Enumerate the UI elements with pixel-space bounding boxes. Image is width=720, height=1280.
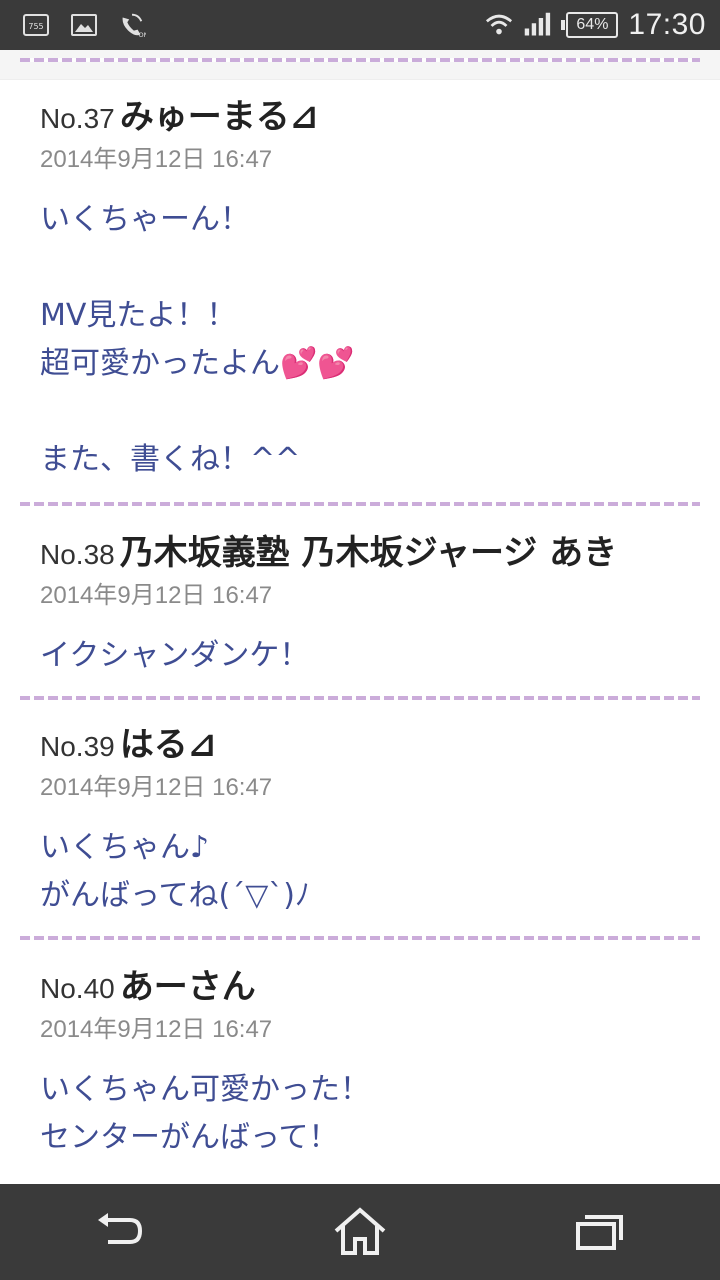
post-header: No.37 みゅーまる⊿ (40, 96, 680, 144)
post-date: 2014年9月12日 16:47 (40, 774, 273, 801)
status-bar: 755 ON 64% 17:30 (0, 0, 720, 50)
comment-post: No.38 乃木坂義塾 乃木坂ジャージ あき 2014年9月12日 16:47 … (0, 506, 720, 680)
post-author: はる⊿ (119, 725, 217, 765)
image-icon (70, 11, 98, 39)
comment-post: No.39 はる⊿ 2014年9月12日 16:47 いくちゃん♪ がんばってね… (0, 700, 720, 920)
divider (20, 58, 700, 62)
svg-text:ON: ON (139, 31, 146, 39)
comment-post: No.37 みゅーまる⊿ 2014年9月12日 16:47 いくちゃーん！ MV… (0, 80, 720, 484)
wifi-icon (485, 11, 513, 39)
post-number: No.38 (40, 539, 115, 570)
app-notification-icon: 755 (22, 11, 50, 39)
navigation-bar (0, 1184, 720, 1280)
top-strip (0, 50, 720, 80)
post-author: 乃木坂義塾 乃木坂ジャージ あき (119, 533, 618, 573)
post-body: いくちゃん♪ がんばってね(´▽`)ﾉ (40, 824, 680, 920)
post-author: あーさん (119, 967, 256, 1007)
home-button[interactable] (320, 1197, 400, 1267)
comment-post: No.40 あーさん 2014年9月12日 16:47 いくちゃん可愛かった！ … (0, 940, 720, 1162)
divider (20, 696, 700, 700)
recent-apps-icon (576, 1215, 623, 1250)
post-line: いくちゃん♪ (40, 830, 210, 865)
battery-cap (561, 20, 566, 30)
post-header: No.39 はる⊿ (40, 724, 680, 772)
post-line: MV見たよ！！ (40, 298, 237, 333)
post-date: 2014年9月12日 16:47 (40, 1016, 273, 1043)
post-line: イクシャンダンケ！ (40, 638, 310, 673)
post-line: また、書くね！^^ (40, 442, 301, 477)
post-number: No.39 (40, 731, 115, 762)
signal-icon (523, 11, 551, 39)
post-author: みゅーまる⊿ (119, 97, 319, 137)
svg-text:755: 755 (28, 22, 43, 31)
post-date: 2014年9月12日 16:47 (40, 146, 273, 173)
post-header: No.40 あーさん (40, 966, 680, 1014)
post-header: No.38 乃木坂義塾 乃木坂ジャージ あき (40, 532, 680, 580)
recent-apps-button[interactable] (560, 1197, 640, 1267)
post-body: いくちゃーん！ MV見たよ！！ 超可愛かったよん💕💕 また、書くね！^^ (40, 196, 680, 484)
back-icon (98, 1213, 143, 1244)
post-number: No.40 (40, 973, 115, 1004)
clock: 17:30 (628, 8, 706, 41)
post-date: 2014年9月12日 16:47 (40, 582, 273, 609)
post-number: No.37 (40, 103, 115, 134)
battery-level: 64% (566, 12, 619, 38)
back-button[interactable] (80, 1197, 160, 1267)
post-line: 超可愛かったよん💕💕 (40, 346, 355, 381)
post-body: イクシャンダンケ！ (40, 632, 680, 680)
post-line (40, 388, 680, 436)
comment-list[interactable]: No.37 みゅーまる⊿ 2014年9月12日 16:47 いくちゃーん！ MV… (0, 50, 720, 1184)
divider (20, 502, 700, 506)
post-body: いくちゃん可愛かった！ センターがんばって！ (40, 1066, 680, 1162)
call-icon: ON (118, 11, 146, 39)
post-line: いくちゃーん！ (40, 202, 250, 237)
post-line: センターがんばって！ (40, 1120, 339, 1155)
home-icon (334, 1207, 386, 1255)
post-line: いくちゃん可愛かった！ (40, 1072, 370, 1107)
post-line (40, 244, 680, 292)
battery-icon: 64% (561, 12, 619, 38)
divider (20, 936, 700, 940)
post-line: がんばってね(´▽`)ﾉ (40, 878, 310, 913)
